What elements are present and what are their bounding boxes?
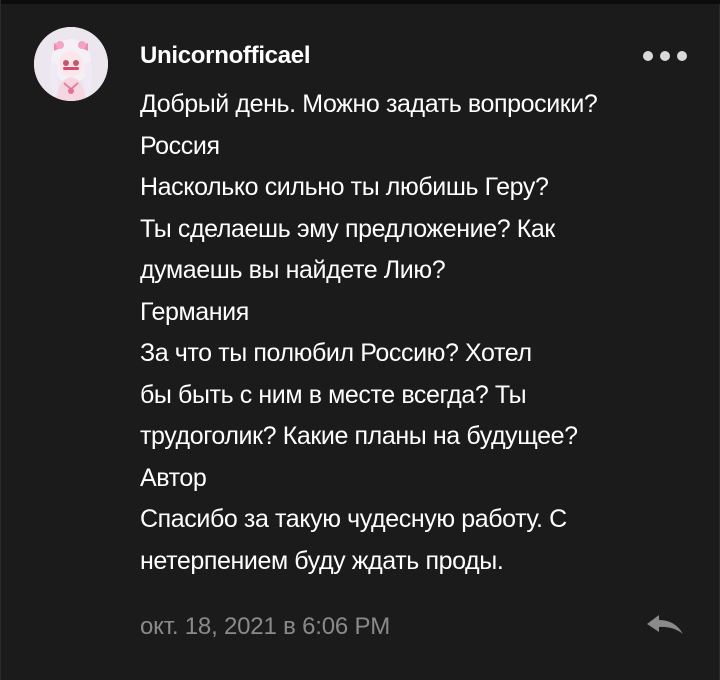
comment-line: Насколько сильно ты любишь Геру? [140, 173, 549, 201]
more-options-button[interactable] [643, 48, 687, 64]
comment-line: Автор [140, 463, 207, 492]
comment-line: За что ты полюбил Россию? Хотел [140, 339, 532, 367]
reply-arrow-icon [647, 615, 683, 634]
comment-line: трудоголик? Какие планы на будущее? [140, 422, 578, 450]
avatar[interactable] [34, 27, 108, 101]
anime-girl-avatar-icon [34, 27, 108, 101]
comment-line: нетерпением буду ждать проды. [140, 546, 504, 575]
more-horizontal-icon [643, 51, 653, 61]
comment-line: думаешь вы найдете Лию? [140, 256, 446, 284]
comment-line: Добрый день. Можно задать вопросики? [140, 90, 598, 118]
more-horizontal-icon [660, 51, 670, 61]
reply-button[interactable] [641, 610, 687, 640]
comment-line: Германия [140, 297, 249, 326]
comment-timestamp: окт. 18, 2021 в 6:06 PM [140, 613, 391, 640]
comment-card: Unicornofficael Добрый день. Можно задат… [0, 0, 720, 680]
top-divider [1, 0, 720, 4]
comment-line: Россия [140, 131, 220, 160]
username[interactable]: Unicornofficael [140, 42, 311, 70]
comment-line: бы быть с ним в месте всегда? Ты [140, 380, 527, 409]
more-horizontal-icon [677, 51, 687, 61]
comment-line: Ты сделаешь эму предложение? Как [140, 214, 555, 243]
comment-line: Спасибо за такую чудесную работу. С [140, 505, 567, 533]
comment-body: Добрый день. Можно задать вопросики? Рос… [140, 84, 700, 582]
